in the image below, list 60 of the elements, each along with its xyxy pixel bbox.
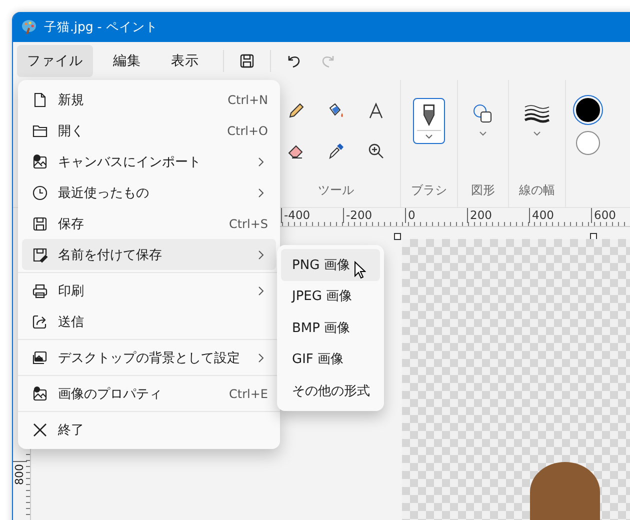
- palette-icon: [21, 19, 37, 35]
- window-title: 子猫.jpg - ペイント: [44, 18, 158, 36]
- menu-item[interactable]: 新規 Ctrl+N: [22, 84, 276, 115]
- menu-item[interactable]: 送信: [22, 306, 276, 337]
- menu-item[interactable]: キャンバスにインポート: [22, 146, 276, 177]
- group-label: 線の幅: [519, 182, 555, 199]
- share-icon: [32, 314, 48, 330]
- shortcut-text: Ctrl+S: [228, 216, 268, 230]
- save-icon: [32, 216, 48, 232]
- menu-item[interactable]: 画像のプロパティ Ctrl+E: [22, 378, 276, 409]
- color-swatch[interactable]: [576, 98, 600, 122]
- clock-icon: [32, 184, 48, 200]
- ruler-label: -400: [281, 208, 343, 223]
- photo-placeholder: [530, 462, 600, 520]
- menu-item[interactable]: 名前を付けて保存: [22, 239, 276, 270]
- save-as-icon: [32, 246, 48, 262]
- printer-icon: [32, 282, 48, 298]
- ruler-label: 400: [529, 208, 591, 223]
- chevron-down-icon: [424, 134, 434, 140]
- menu-item[interactable]: デスクトップの背景として設定: [22, 342, 276, 373]
- menu-item[interactable]: BMP 画像: [281, 312, 380, 344]
- folder-icon: [32, 122, 48, 138]
- menu-item[interactable]: JPEG 画像: [281, 280, 380, 312]
- group-label: ツール: [318, 182, 354, 199]
- image-properties-icon: [32, 386, 48, 402]
- ruler-label: 600: [591, 208, 630, 223]
- ruler-label: -200: [343, 208, 405, 223]
- brush-icon: [421, 103, 437, 127]
- chevron-right-icon: [258, 156, 264, 166]
- menu-item[interactable]: 終了: [22, 414, 276, 445]
- brush-button[interactable]: [413, 98, 445, 144]
- shortcut-text: Ctrl+N: [228, 92, 268, 106]
- file-icon: [32, 92, 48, 108]
- menu-bar-item[interactable]: 表示: [161, 45, 209, 77]
- menu-item[interactable]: PNG 画像: [281, 249, 380, 280]
- group-label: ブラシ: [411, 182, 447, 199]
- desktop-image-icon: [32, 350, 48, 366]
- menu-item[interactable]: 開く Ctrl+O: [22, 115, 276, 146]
- shortcut-text: Ctrl+O: [227, 124, 268, 138]
- close-icon: [32, 422, 48, 438]
- menu-item[interactable]: その他の形式: [281, 375, 380, 406]
- menu-item[interactable]: 最近使ったもの: [22, 177, 276, 208]
- chevron-right-icon: [258, 352, 264, 362]
- ruler-label: 800: [13, 461, 27, 485]
- menu-item[interactable]: 印刷: [22, 275, 276, 306]
- ruler-label: 200: [467, 208, 529, 223]
- resize-handle[interactable]: [394, 233, 401, 240]
- color-swatch[interactable]: [576, 131, 600, 155]
- chevron-right-icon: [258, 188, 264, 198]
- menu-item[interactable]: 保存 Ctrl+S: [22, 208, 276, 239]
- ruler-label: 0: [405, 208, 467, 223]
- menu-bar-item[interactable]: ファイル: [17, 45, 93, 77]
- group-label: 図形: [471, 182, 495, 199]
- menu-item[interactable]: GIF 画像: [281, 344, 380, 375]
- mouse-cursor-icon: [354, 261, 366, 279]
- chevron-right-icon: [258, 286, 264, 296]
- shortcut-text: Ctrl+E: [229, 386, 268, 400]
- menu-bar-item[interactable]: 編集: [103, 45, 151, 77]
- image-import-icon: [32, 154, 48, 170]
- chevron-right-icon: [258, 250, 264, 260]
